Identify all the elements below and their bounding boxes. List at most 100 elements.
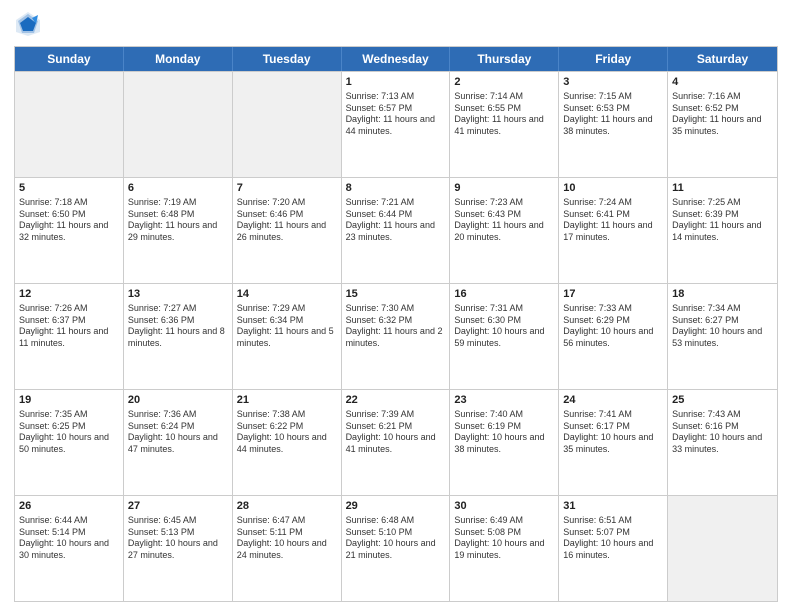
cell-info: Sunrise: 7:25 AM Sunset: 6:39 PM Dayligh… <box>672 197 773 244</box>
calendar-cell-2: 2Sunrise: 7:14 AM Sunset: 6:55 PM Daylig… <box>450 72 559 177</box>
day-number: 16 <box>454 287 554 302</box>
calendar-cell-16: 16Sunrise: 7:31 AM Sunset: 6:30 PM Dayli… <box>450 284 559 389</box>
cell-info: Sunrise: 7:27 AM Sunset: 6:36 PM Dayligh… <box>128 303 228 350</box>
calendar-cell-3: 3Sunrise: 7:15 AM Sunset: 6:53 PM Daylig… <box>559 72 668 177</box>
day-number: 23 <box>454 393 554 408</box>
day-number: 5 <box>19 181 119 196</box>
cell-info: Sunrise: 7:26 AM Sunset: 6:37 PM Dayligh… <box>19 303 119 350</box>
calendar-cell-27: 27Sunrise: 6:45 AM Sunset: 5:13 PM Dayli… <box>124 496 233 601</box>
cell-info: Sunrise: 7:29 AM Sunset: 6:34 PM Dayligh… <box>237 303 337 350</box>
cell-info: Sunrise: 7:41 AM Sunset: 6:17 PM Dayligh… <box>563 409 663 456</box>
cell-info: Sunrise: 7:18 AM Sunset: 6:50 PM Dayligh… <box>19 197 119 244</box>
day-number: 1 <box>346 75 446 90</box>
day-number: 29 <box>346 499 446 514</box>
calendar-cell-13: 13Sunrise: 7:27 AM Sunset: 6:36 PM Dayli… <box>124 284 233 389</box>
calendar-cell-4: 4Sunrise: 7:16 AM Sunset: 6:52 PM Daylig… <box>668 72 777 177</box>
cell-info: Sunrise: 7:38 AM Sunset: 6:22 PM Dayligh… <box>237 409 337 456</box>
calendar-cell-25: 25Sunrise: 7:43 AM Sunset: 6:16 PM Dayli… <box>668 390 777 495</box>
cell-info: Sunrise: 7:13 AM Sunset: 6:57 PM Dayligh… <box>346 91 446 138</box>
weekday-header-thursday: Thursday <box>450 47 559 71</box>
day-number: 14 <box>237 287 337 302</box>
calendar-cell-14: 14Sunrise: 7:29 AM Sunset: 6:34 PM Dayli… <box>233 284 342 389</box>
calendar-cell-7: 7Sunrise: 7:20 AM Sunset: 6:46 PM Daylig… <box>233 178 342 283</box>
calendar-cell-21: 21Sunrise: 7:38 AM Sunset: 6:22 PM Dayli… <box>233 390 342 495</box>
cell-info: Sunrise: 7:23 AM Sunset: 6:43 PM Dayligh… <box>454 197 554 244</box>
weekday-header-sunday: Sunday <box>15 47 124 71</box>
cell-info: Sunrise: 7:35 AM Sunset: 6:25 PM Dayligh… <box>19 409 119 456</box>
calendar-row-2: 12Sunrise: 7:26 AM Sunset: 6:37 PM Dayli… <box>15 283 777 389</box>
day-number: 7 <box>237 181 337 196</box>
cell-info: Sunrise: 6:48 AM Sunset: 5:10 PM Dayligh… <box>346 515 446 562</box>
day-number: 15 <box>346 287 446 302</box>
calendar-cell-29: 29Sunrise: 6:48 AM Sunset: 5:10 PM Dayli… <box>342 496 451 601</box>
page: SundayMondayTuesdayWednesdayThursdayFrid… <box>0 0 792 612</box>
cell-info: Sunrise: 7:20 AM Sunset: 6:46 PM Dayligh… <box>237 197 337 244</box>
day-number: 26 <box>19 499 119 514</box>
calendar-cell-empty-0-1 <box>124 72 233 177</box>
day-number: 22 <box>346 393 446 408</box>
calendar-cell-empty-0-0 <box>15 72 124 177</box>
weekday-header-tuesday: Tuesday <box>233 47 342 71</box>
cell-info: Sunrise: 6:47 AM Sunset: 5:11 PM Dayligh… <box>237 515 337 562</box>
cell-info: Sunrise: 7:40 AM Sunset: 6:19 PM Dayligh… <box>454 409 554 456</box>
calendar-cell-31: 31Sunrise: 6:51 AM Sunset: 5:07 PM Dayli… <box>559 496 668 601</box>
cell-info: Sunrise: 7:19 AM Sunset: 6:48 PM Dayligh… <box>128 197 228 244</box>
day-number: 28 <box>237 499 337 514</box>
calendar-cell-24: 24Sunrise: 7:41 AM Sunset: 6:17 PM Dayli… <box>559 390 668 495</box>
day-number: 10 <box>563 181 663 196</box>
day-number: 12 <box>19 287 119 302</box>
day-number: 31 <box>563 499 663 514</box>
calendar-row-4: 26Sunrise: 6:44 AM Sunset: 5:14 PM Dayli… <box>15 495 777 601</box>
day-number: 3 <box>563 75 663 90</box>
cell-info: Sunrise: 6:51 AM Sunset: 5:07 PM Dayligh… <box>563 515 663 562</box>
day-number: 19 <box>19 393 119 408</box>
day-number: 20 <box>128 393 228 408</box>
calendar-cell-23: 23Sunrise: 7:40 AM Sunset: 6:19 PM Dayli… <box>450 390 559 495</box>
day-number: 24 <box>563 393 663 408</box>
cell-info: Sunrise: 7:21 AM Sunset: 6:44 PM Dayligh… <box>346 197 446 244</box>
cell-info: Sunrise: 6:45 AM Sunset: 5:13 PM Dayligh… <box>128 515 228 562</box>
day-number: 9 <box>454 181 554 196</box>
day-number: 2 <box>454 75 554 90</box>
calendar-cell-30: 30Sunrise: 6:49 AM Sunset: 5:08 PM Dayli… <box>450 496 559 601</box>
cell-info: Sunrise: 7:43 AM Sunset: 6:16 PM Dayligh… <box>672 409 773 456</box>
day-number: 21 <box>237 393 337 408</box>
cell-info: Sunrise: 7:31 AM Sunset: 6:30 PM Dayligh… <box>454 303 554 350</box>
logo-icon <box>14 10 42 38</box>
cell-info: Sunrise: 6:49 AM Sunset: 5:08 PM Dayligh… <box>454 515 554 562</box>
cell-info: Sunrise: 7:15 AM Sunset: 6:53 PM Dayligh… <box>563 91 663 138</box>
day-number: 6 <box>128 181 228 196</box>
calendar-cell-26: 26Sunrise: 6:44 AM Sunset: 5:14 PM Dayli… <box>15 496 124 601</box>
weekday-header-friday: Friday <box>559 47 668 71</box>
calendar-cell-28: 28Sunrise: 6:47 AM Sunset: 5:11 PM Dayli… <box>233 496 342 601</box>
calendar-cell-12: 12Sunrise: 7:26 AM Sunset: 6:37 PM Dayli… <box>15 284 124 389</box>
day-number: 4 <box>672 75 773 90</box>
weekday-header-saturday: Saturday <box>668 47 777 71</box>
cell-info: Sunrise: 7:39 AM Sunset: 6:21 PM Dayligh… <box>346 409 446 456</box>
cell-info: Sunrise: 6:44 AM Sunset: 5:14 PM Dayligh… <box>19 515 119 562</box>
weekday-header-monday: Monday <box>124 47 233 71</box>
calendar-cell-17: 17Sunrise: 7:33 AM Sunset: 6:29 PM Dayli… <box>559 284 668 389</box>
calendar-cell-15: 15Sunrise: 7:30 AM Sunset: 6:32 PM Dayli… <box>342 284 451 389</box>
calendar-cell-18: 18Sunrise: 7:34 AM Sunset: 6:27 PM Dayli… <box>668 284 777 389</box>
calendar-row-1: 5Sunrise: 7:18 AM Sunset: 6:50 PM Daylig… <box>15 177 777 283</box>
calendar-header: SundayMondayTuesdayWednesdayThursdayFrid… <box>15 47 777 71</box>
calendar-cell-20: 20Sunrise: 7:36 AM Sunset: 6:24 PM Dayli… <box>124 390 233 495</box>
cell-info: Sunrise: 7:30 AM Sunset: 6:32 PM Dayligh… <box>346 303 446 350</box>
cell-info: Sunrise: 7:16 AM Sunset: 6:52 PM Dayligh… <box>672 91 773 138</box>
weekday-header-wednesday: Wednesday <box>342 47 451 71</box>
calendar-body: 1Sunrise: 7:13 AM Sunset: 6:57 PM Daylig… <box>15 71 777 601</box>
calendar-cell-19: 19Sunrise: 7:35 AM Sunset: 6:25 PM Dayli… <box>15 390 124 495</box>
calendar-cell-8: 8Sunrise: 7:21 AM Sunset: 6:44 PM Daylig… <box>342 178 451 283</box>
day-number: 18 <box>672 287 773 302</box>
calendar-cell-6: 6Sunrise: 7:19 AM Sunset: 6:48 PM Daylig… <box>124 178 233 283</box>
cell-info: Sunrise: 7:33 AM Sunset: 6:29 PM Dayligh… <box>563 303 663 350</box>
day-number: 25 <box>672 393 773 408</box>
calendar-cell-empty-4-6 <box>668 496 777 601</box>
cell-info: Sunrise: 7:14 AM Sunset: 6:55 PM Dayligh… <box>454 91 554 138</box>
calendar-cell-1: 1Sunrise: 7:13 AM Sunset: 6:57 PM Daylig… <box>342 72 451 177</box>
calendar: SundayMondayTuesdayWednesdayThursdayFrid… <box>14 46 778 602</box>
day-number: 17 <box>563 287 663 302</box>
calendar-cell-5: 5Sunrise: 7:18 AM Sunset: 6:50 PM Daylig… <box>15 178 124 283</box>
day-number: 8 <box>346 181 446 196</box>
